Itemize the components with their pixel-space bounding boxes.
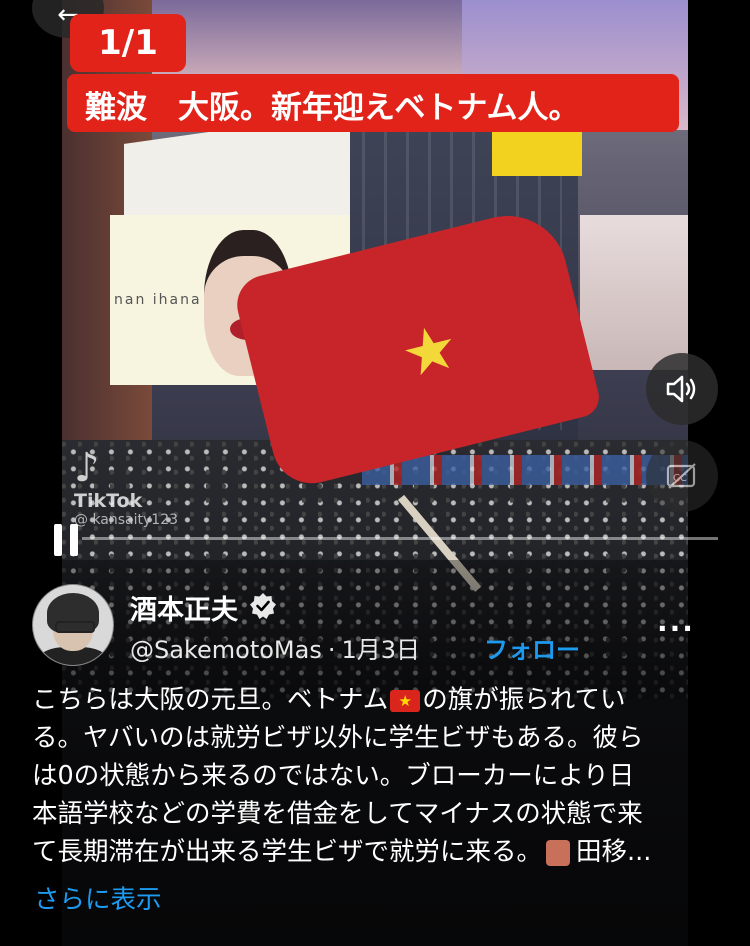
vietnam-flag-emoji-icon: ★ bbox=[390, 690, 421, 712]
video-caption-text: 難波 大阪。新年迎えベトナム人。 bbox=[85, 90, 580, 126]
post-text-line: る。ヤバいのは就労ビザ以外に学生ビザもある。彼ら bbox=[32, 723, 644, 753]
post-text-line: 本語学校などの学費を借金をしてマイナスの状態で来 bbox=[32, 799, 643, 829]
tiktok-user: @ kansaity123 bbox=[74, 512, 179, 528]
avatar-glasses bbox=[55, 621, 95, 633]
post-text-line: は0の状態から来るのではない。ブローカーにより日 bbox=[32, 761, 635, 791]
tiktok-brand: TikTok bbox=[74, 490, 143, 512]
post-text-line: て長期滞在が出来る学生ビザで就労に来る。 田移... bbox=[32, 833, 722, 871]
pause-button[interactable] bbox=[54, 524, 82, 556]
more-options-button[interactable]: ··· bbox=[657, 612, 695, 645]
post-text-line: こちらは大阪の元旦。ベトナム ★ の旗が振られてい bbox=[32, 681, 722, 719]
speaker-icon bbox=[666, 375, 696, 403]
post-text: こちらは大阪の元旦。ベトナム ★ の旗が振られてい る。ヤバいのは就労ビザ以外に学生… bbox=[32, 681, 722, 871]
post-date[interactable]: 1月3日 bbox=[341, 636, 420, 664]
post-text-segment: の旗が振られてい bbox=[422, 685, 626, 715]
post-text-segment: 田移... bbox=[576, 837, 652, 867]
screen-right bbox=[580, 215, 688, 370]
user-handle[interactable]: @SakemotoMas bbox=[130, 636, 322, 664]
captions-button[interactable]: CC bbox=[646, 440, 718, 512]
volume-button[interactable] bbox=[646, 353, 718, 425]
post-text-segment: て長期滞在が出来る学生ビザで就労に来る。 bbox=[32, 837, 543, 867]
post-text-segment: こちらは大阪の元旦。ベトナム bbox=[32, 685, 389, 715]
verified-badge-icon bbox=[250, 593, 276, 619]
display-name[interactable]: 酒本正夫 bbox=[130, 588, 238, 627]
tiktok-watermark: ♪ TikTok @ kansaity123 bbox=[74, 448, 178, 528]
emoji-icon bbox=[546, 840, 571, 866]
pause-icon-bar bbox=[70, 524, 78, 556]
billboard-text: nan ihana bbox=[114, 292, 202, 308]
page-count-badge: 1/1 bbox=[70, 14, 186, 72]
video-caption-banner: 難波 大阪。新年迎えベトナム人。 bbox=[67, 74, 679, 132]
pause-icon bbox=[54, 524, 62, 556]
progress-bar[interactable] bbox=[82, 537, 718, 540]
post-meta: @SakemotoMas · 1月3日 bbox=[130, 630, 420, 665]
captions-off-icon: CC bbox=[666, 463, 696, 489]
meta-separator: · bbox=[327, 636, 336, 664]
follow-button[interactable]: フォロー bbox=[484, 630, 580, 665]
show-more-link[interactable]: さらに表示 bbox=[34, 879, 162, 916]
tiktok-logo-icon: ♪ bbox=[74, 445, 100, 491]
avatar[interactable] bbox=[32, 584, 114, 666]
